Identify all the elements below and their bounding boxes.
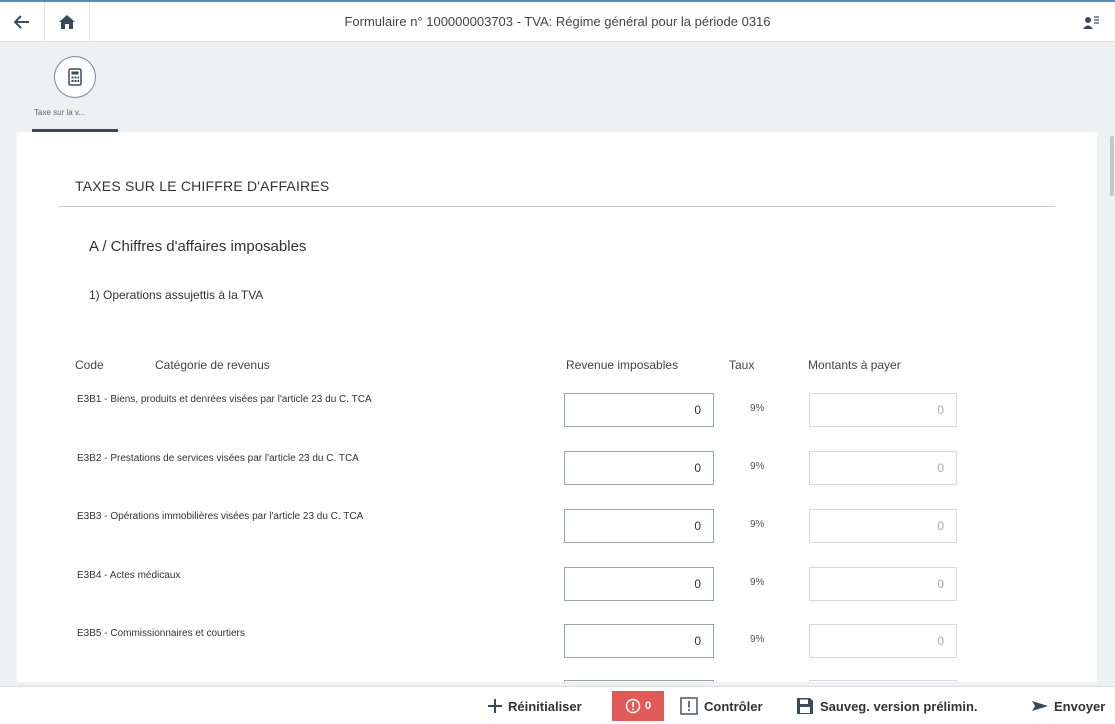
warning-icon (680, 697, 698, 715)
amount-field-next-partial (809, 680, 957, 682)
rate-e3b3: 9% (750, 519, 765, 530)
user-menu-button[interactable] (1071, 2, 1111, 42)
amount-field-e3b5 (809, 624, 957, 658)
calculator-icon (68, 68, 82, 86)
home-button[interactable] (44, 2, 90, 42)
save-draft-label: Sauveg. version prélimin. (820, 698, 978, 714)
error-icon (625, 698, 641, 714)
amount-field-e3b3 (809, 509, 957, 543)
row-label-e3b1: E3B1 - Biens, produits et denrées visées… (77, 394, 372, 405)
scrollbar-thumb[interactable] (1110, 136, 1114, 196)
revenue-input-e3b2[interactable] (564, 451, 714, 485)
section-divider (59, 206, 1055, 207)
error-count: 0 (644, 700, 652, 712)
error-count-button[interactable]: 0 (612, 691, 664, 721)
revenue-input-e3b1[interactable] (564, 393, 714, 427)
revenue-input-e3b3[interactable] (564, 509, 714, 543)
save-icon (796, 697, 814, 715)
user-menu-icon (1083, 16, 1099, 29)
subsection-title: A / Chiffres d'affaires imposables (89, 238, 307, 255)
row-label-e3b5: E3B5 - Commissionnaires et courtiers (77, 628, 245, 639)
reset-button[interactable]: Réinitialiser (488, 693, 582, 719)
home-icon (59, 15, 75, 29)
rate-e3b4: 9% (750, 577, 765, 588)
column-header-revenue: Revenue imposables (566, 358, 679, 372)
column-header-code: Code (75, 358, 104, 372)
amount-field-e3b2 (809, 451, 957, 485)
send-icon (1032, 700, 1048, 712)
group-title: 1) Operations assujettis à la TVA (89, 288, 264, 302)
plus-icon (488, 699, 502, 713)
reset-label: Réinitialiser (508, 698, 582, 714)
send-button[interactable]: Envoyer (1032, 693, 1105, 719)
save-draft-button[interactable]: Sauveg. version prélimin. (796, 693, 978, 719)
footer-toolbar: Réinitialiser 0 Contrôler Sauveg. versio… (0, 686, 1115, 724)
check-button[interactable]: Contrôler (680, 693, 763, 719)
row-label-e3b2: E3B2 - Prestations de services visées pa… (77, 453, 359, 464)
rate-e3b5: 9% (750, 634, 765, 645)
back-button[interactable] (2, 2, 42, 42)
revenue-input-e3b4[interactable] (564, 567, 714, 601)
column-header-rate: Taux (729, 358, 755, 372)
page-scrollbar[interactable] (1107, 42, 1115, 682)
row-label-e3b4: E3B4 - Actes médicaux (77, 570, 181, 581)
section-title: TAXES SUR LE CHIFFRE D'AFFAIRES (75, 178, 330, 194)
tab-label: Taxe sur la v... (34, 108, 85, 117)
form-card: TAXES SUR LE CHIFFRE D'AFFAIRES A / Chif… (17, 132, 1097, 682)
shell-bar: Formulaire n° 100000003703 - TVA: Régime… (0, 0, 1115, 42)
amount-field-e3b1 (809, 393, 957, 427)
column-header-category: Catégorie de revenus (155, 358, 270, 372)
tab-tva[interactable]: Taxe sur la v... (30, 56, 120, 132)
amount-field-e3b4 (809, 567, 957, 601)
rate-e3b2: 9% (750, 461, 765, 472)
check-label: Contrôler (704, 698, 763, 714)
tab-icon-circle (54, 56, 96, 98)
row-label-e3b3: E3B3 - Opérations immobilières visées pa… (77, 511, 364, 522)
revenue-input-next-partial[interactable] (564, 680, 714, 682)
shell-title: Formulaire n° 100000003703 - TVA: Régime… (344, 14, 771, 29)
back-arrow-icon (14, 15, 29, 29)
column-header-amount: Montants à payer (808, 358, 901, 372)
object-header: Taxe sur la v... (0, 42, 1115, 132)
revenue-input-e3b5[interactable] (564, 624, 714, 658)
send-label: Envoyer (1054, 698, 1106, 714)
rate-e3b1: 9% (750, 403, 765, 414)
